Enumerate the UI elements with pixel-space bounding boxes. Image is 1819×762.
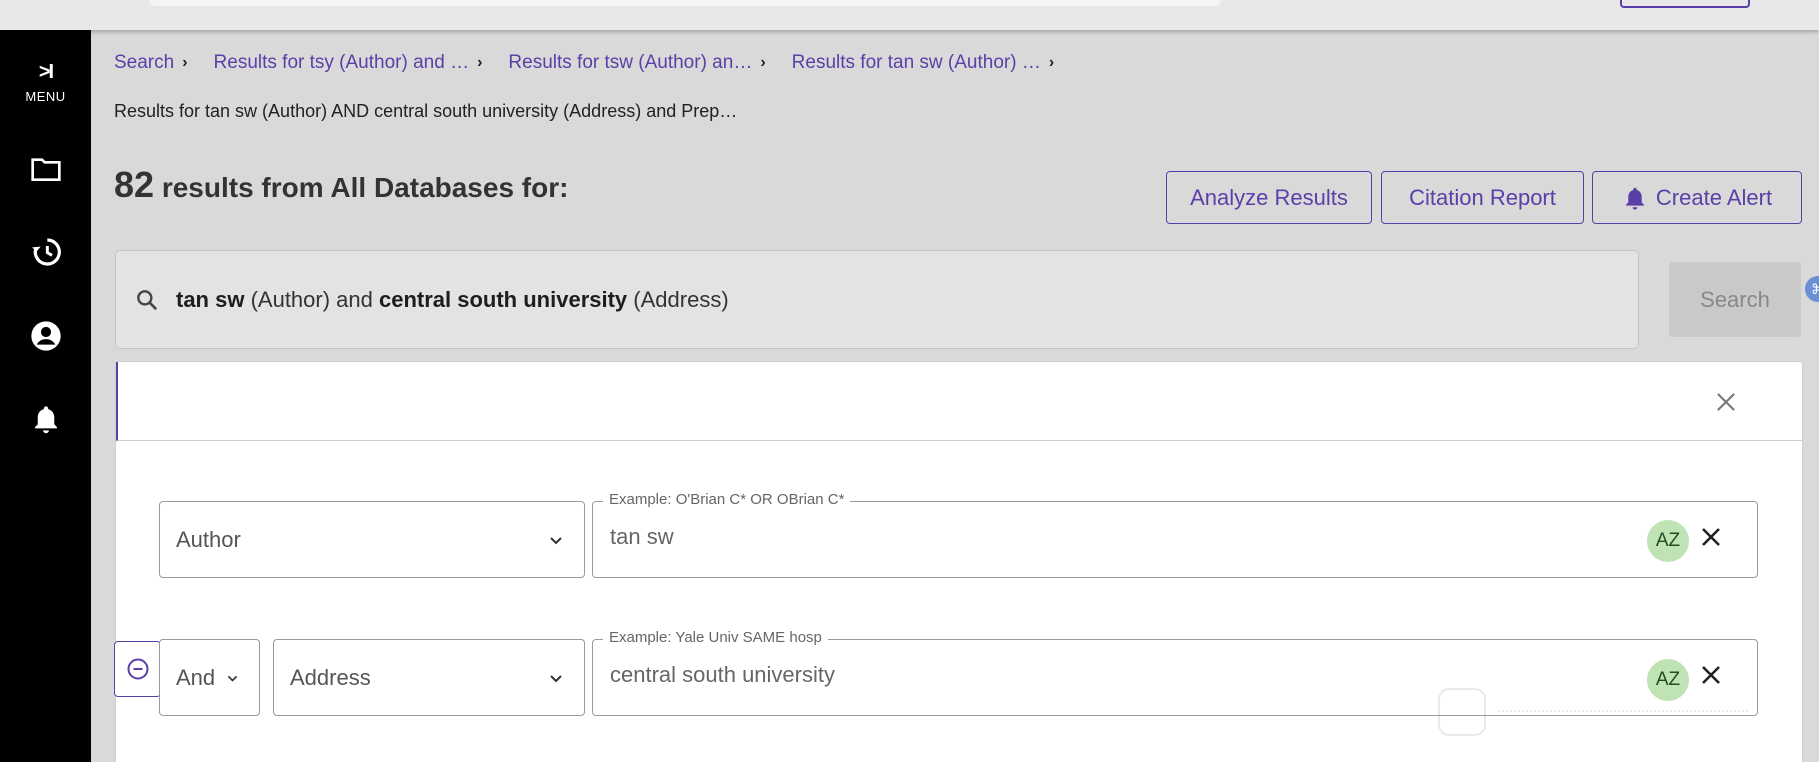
- watermark-icon: [1438, 688, 1486, 736]
- chevron-down-icon: [550, 536, 562, 544]
- query-term-address: central south university: [378, 286, 628, 312]
- results-text: results from All Databases for:: [154, 172, 569, 203]
- field-select-value: Address: [290, 664, 371, 690]
- input-value: tan sw: [610, 524, 674, 549]
- citation-report-button[interactable]: Citation Report: [1381, 171, 1584, 224]
- input-example: Example: O'Brian C* OR OBrian C*: [603, 491, 851, 508]
- remove-row-button[interactable]: [114, 641, 161, 697]
- sidebar: >I MENU: [0, 30, 91, 762]
- breadcrumb-search[interactable]: Search: [114, 52, 174, 74]
- breadcrumb-tsy[interactable]: Results for tsy (Author) and …: [214, 52, 470, 74]
- query-field-address: (Address): [627, 286, 729, 312]
- clear-icon[interactable]: [1699, 525, 1723, 549]
- chevron-right-icon: ›: [760, 54, 766, 71]
- bell-icon: [34, 406, 57, 434]
- close-icon[interactable]: [1712, 388, 1740, 416]
- extension-icon[interactable]: ⌘: [1805, 276, 1819, 302]
- operator-value: And: [176, 664, 216, 690]
- sidebar-item-account[interactable]: [0, 311, 91, 361]
- sidebar-item-alerts[interactable]: [0, 394, 91, 444]
- bell-icon: [1626, 187, 1644, 210]
- expand-menu-icon: >I: [38, 60, 54, 83]
- top-button[interactable]: [1620, 0, 1750, 8]
- minus-circle-icon: [127, 658, 148, 680]
- analyze-results-button[interactable]: Analyze Results: [1166, 171, 1372, 224]
- field-select-value: Author: [176, 526, 241, 552]
- field-select-row1[interactable]: Author: [159, 501, 585, 578]
- input-example: Example: Yale Univ SAME hosp: [603, 629, 828, 646]
- chevron-right-icon: ›: [477, 54, 483, 71]
- input-value: central south university: [610, 662, 835, 687]
- query-term-author: tan sw: [176, 286, 245, 312]
- chevron-down-icon: [550, 674, 562, 682]
- query-field-author: (Author) and: [244, 286, 379, 312]
- panel-header: [116, 362, 1802, 441]
- breadcrumb-tansw[interactable]: Results for tan sw (Author) …: [792, 52, 1041, 74]
- sidebar-item-history[interactable]: [0, 227, 91, 277]
- chevron-right-icon: ›: [182, 54, 188, 71]
- menu-label: MENU: [25, 88, 66, 104]
- page-title: 82 results from All Databases for:: [114, 164, 568, 206]
- folder-icon: [30, 158, 61, 181]
- account-icon: [30, 321, 61, 351]
- chevron-down-icon: [227, 675, 238, 682]
- az-index-icon[interactable]: AZ: [1647, 520, 1689, 562]
- create-alert-label: Create Alert: [1655, 184, 1773, 210]
- watermark-logo: [1436, 686, 1756, 738]
- field-select-row2[interactable]: Address: [273, 639, 585, 716]
- top-field: [150, 0, 1220, 6]
- search-icon: [137, 289, 158, 310]
- operator-select-row2[interactable]: And: [159, 639, 260, 716]
- search-button[interactable]: Search: [1669, 262, 1801, 337]
- breadcrumb-current: Results for tan sw (Author) AND central …: [114, 101, 738, 121]
- search-query-box[interactable]: tan sw (Author) and central south univer…: [115, 250, 1639, 349]
- create-alert-button[interactable]: Create Alert: [1592, 171, 1802, 224]
- results-count: 82: [114, 164, 155, 205]
- sidebar-item-folder[interactable]: [0, 144, 91, 194]
- search-input-row1[interactable]: Example: O'Brian C* OR OBrian C* tan sw: [592, 491, 1758, 578]
- browser-top-strip: [0, 0, 1819, 30]
- chevron-right-icon: ›: [1048, 54, 1055, 71]
- breadcrumb: Search › Results for tsy (Author) and … …: [114, 50, 1080, 76]
- history-icon: [31, 238, 61, 266]
- clear-icon[interactable]: [1699, 663, 1723, 687]
- menu-toggle[interactable]: >I MENU: [0, 52, 91, 112]
- breadcrumb-tsw[interactable]: Results for tsw (Author) an…: [508, 52, 752, 74]
